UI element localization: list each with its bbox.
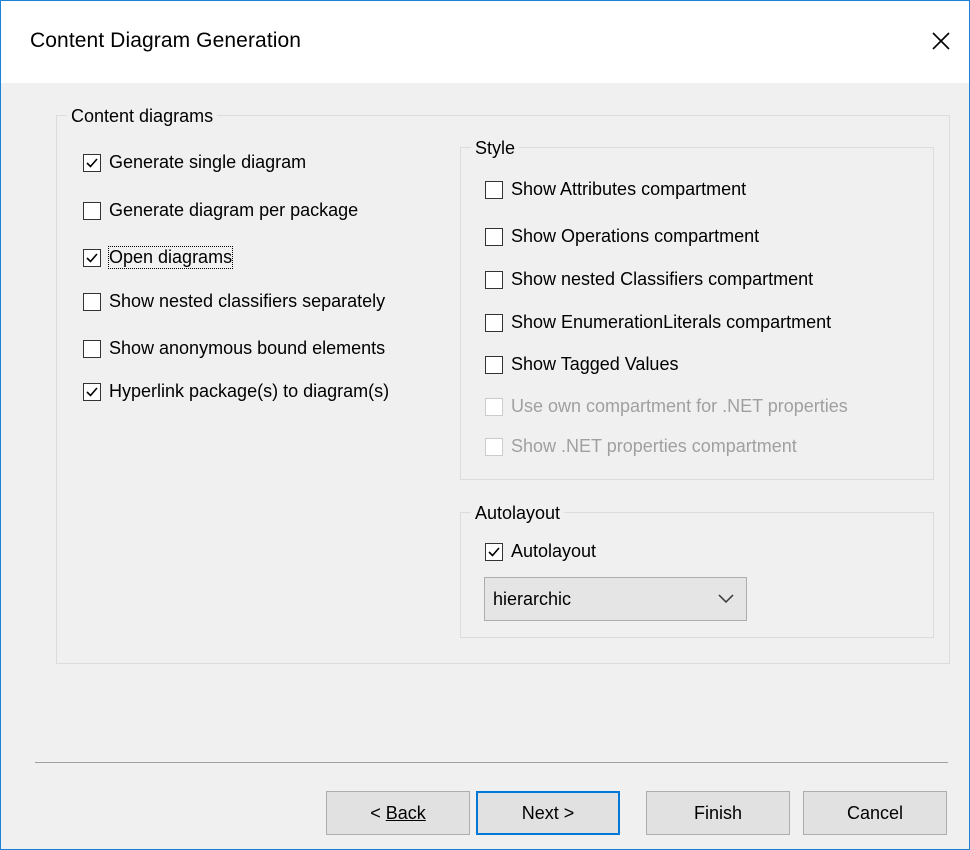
checkbox-box (485, 397, 503, 416)
checkbox-autolayout[interactable]: Autolayout (485, 541, 596, 562)
checkbox-box (485, 437, 503, 456)
back-button-label: < Back (370, 802, 426, 823)
checkbox-show-attributes-compartment[interactable]: Show Attributes compartment (485, 179, 746, 200)
checkbox-generate-single-diagram[interactable]: Generate single diagram (83, 152, 306, 173)
close-icon (932, 32, 950, 50)
content-diagrams-group-label: Content diagrams (67, 105, 218, 127)
select-value: hierarchic (493, 588, 572, 609)
close-button[interactable] (919, 21, 963, 61)
style-group-label: Style (471, 137, 520, 159)
next-button[interactable]: Next > (476, 791, 620, 835)
checkbox-show-tagged-values[interactable]: Show Tagged Values (485, 354, 678, 375)
checkbox-label: Show Attributes compartment (511, 179, 747, 199)
title-bar: Content Diagram Generation (1, 1, 969, 83)
checkbox-label: Hyperlink package(s) to diagram(s) (109, 381, 390, 401)
checkbox-label: Autolayout (511, 541, 597, 561)
checkbox-box[interactable] (83, 382, 101, 401)
checkbox-box[interactable] (485, 180, 503, 199)
cancel-button[interactable]: Cancel (803, 791, 947, 835)
back-button[interactable]: < Back (326, 791, 470, 835)
finish-button-label: Finish (693, 802, 742, 823)
checkbox-label: Show Operations compartment (511, 226, 760, 246)
checkbox-show-net-properties-compartment: Show .NET properties compartment (485, 436, 797, 457)
layout-algorithm-select[interactable]: hierarchic (484, 577, 747, 621)
checkbox-label: Show .NET properties compartment (511, 436, 797, 456)
cancel-button-label: Cancel (846, 802, 904, 823)
checkbox-box[interactable] (485, 313, 503, 332)
checkbox-label: Open diagrams (107, 246, 234, 269)
checkbox-box[interactable] (83, 153, 101, 172)
checkbox-box[interactable] (83, 201, 101, 220)
checkbox-label: Show anonymous bound elements (109, 338, 386, 358)
checkbox-box[interactable] (83, 248, 101, 267)
checkbox-label: Show EnumerationLiterals compartment (511, 312, 832, 332)
checkbox-generate-diagram-per-package[interactable]: Generate diagram per package (83, 200, 358, 221)
checkbox-label: Show nested classifiers separately (109, 291, 386, 311)
checkbox-show-nested-classifiers-separately[interactable]: Show nested classifiers separately (83, 291, 385, 312)
checkbox-open-diagrams[interactable]: Open diagrams (83, 246, 234, 269)
checkmark-icon (86, 252, 98, 263)
checkbox-hyperlink-packages[interactable]: Hyperlink package(s) to diagram(s) (83, 381, 389, 402)
checkbox-box[interactable] (485, 542, 503, 561)
checkbox-use-own-compartment-net-properties: Use own compartment for .NET properties (485, 396, 848, 417)
checkbox-label: Show nested Classifiers compartment (511, 269, 814, 289)
checkbox-box[interactable] (485, 355, 503, 374)
checkbox-show-nested-classifiers-compartment[interactable]: Show nested Classifiers compartment (485, 269, 813, 290)
next-button-label: Next > (521, 802, 575, 823)
footer-divider (35, 762, 948, 763)
chevron-down-icon (706, 594, 746, 604)
dialog-title: Content Diagram Generation (30, 29, 302, 52)
autolayout-group-label: Autolayout (471, 502, 565, 524)
checkbox-show-operations-compartment[interactable]: Show Operations compartment (485, 226, 759, 247)
checkbox-box[interactable] (83, 292, 101, 311)
checkbox-label: Generate diagram per package (109, 200, 359, 220)
checkbox-label: Use own compartment for .NET properties (511, 396, 848, 416)
checkbox-box[interactable] (83, 339, 101, 358)
checkbox-label: Generate single diagram (109, 152, 307, 172)
checkbox-show-anonymous-bound-elements[interactable]: Show anonymous bound elements (83, 338, 385, 359)
checkbox-show-enumerationliterals-compartment[interactable]: Show EnumerationLiterals compartment (485, 312, 831, 333)
checkbox-label: Show Tagged Values (511, 354, 679, 374)
checkmark-icon (86, 157, 98, 168)
checkmark-icon (86, 386, 98, 397)
finish-button[interactable]: Finish (646, 791, 790, 835)
dialog-window: Content Diagram Generation Content diagr… (0, 0, 970, 850)
checkbox-box[interactable] (485, 270, 503, 289)
checkmark-icon (488, 546, 500, 557)
checkbox-box[interactable] (485, 227, 503, 246)
